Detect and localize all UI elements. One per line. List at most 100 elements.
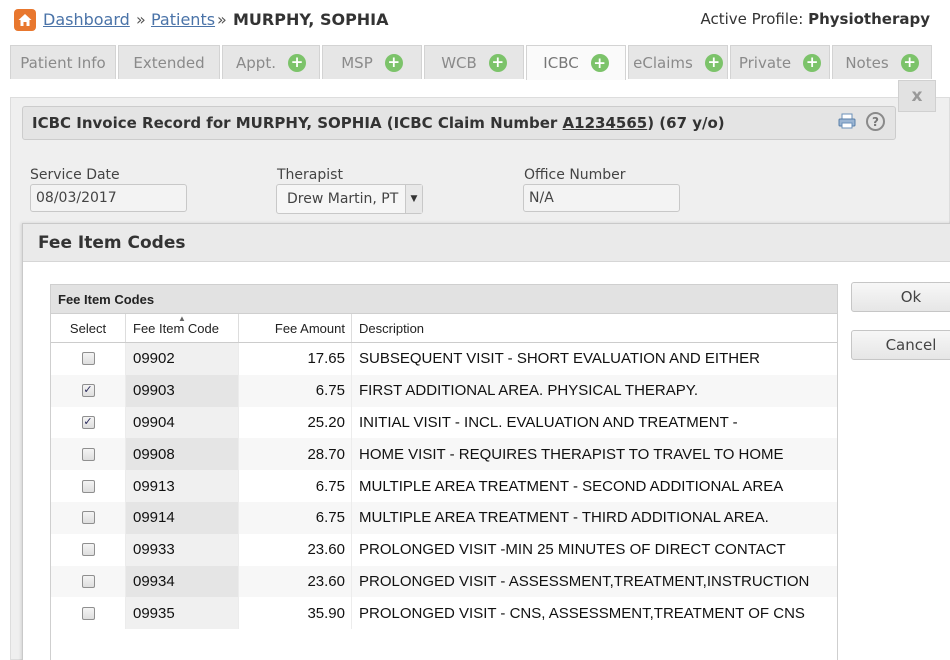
breadcrumb-patients-link[interactable]: Patients <box>151 10 215 29</box>
tab-label: MSP <box>341 53 373 72</box>
fee-description: SUBSEQUENT VISIT - SHORT EVALUATION AND … <box>359 350 760 368</box>
tab-label: ICBC <box>543 54 579 72</box>
ok-button[interactable]: Ok <box>851 282 950 312</box>
column-header-label: Fee Amount <box>274 320 345 336</box>
tab-extended[interactable]: Extended <box>118 45 220 79</box>
chevron-down-icon[interactable]: ▼ <box>405 185 422 213</box>
record-title-prefix: ICBC Invoice Record for MURPHY, SOPHIA (… <box>32 114 563 132</box>
dialog-title: Fee Item Codes <box>23 224 950 262</box>
fee-description: FIRST ADDITIONAL AREA. PHYSICAL THERAPY. <box>359 382 698 400</box>
row-select-checkbox[interactable] <box>81 479 95 493</box>
home-icon[interactable] <box>14 9 36 31</box>
table-row[interactable]: ✓ 09903 6.75 FIRST ADDITIONAL AREA. PHYSICA… <box>51 374 837 407</box>
help-icon[interactable]: ? <box>866 112 885 131</box>
active-profile: Active Profile: Physiotherapy <box>700 10 930 28</box>
row-select-checkbox[interactable] <box>81 574 95 588</box>
table-row[interactable]: 09902 17.65 SUBSEQUENT VISIT - SHORT EVALU… <box>51 343 837 375</box>
add-appt-icon[interactable]: + <box>287 53 306 72</box>
print-icon[interactable] <box>838 113 856 129</box>
add-notes-icon[interactable]: + <box>900 53 919 72</box>
fee-amount: 6.75 <box>239 501 352 534</box>
tab-icbc[interactable]: ICBC + <box>526 45 626 80</box>
breadcrumb-separator: » <box>217 10 227 29</box>
tab-private[interactable]: Private + <box>730 45 830 79</box>
row-select-checkbox[interactable]: ✓ <box>81 384 95 398</box>
add-msp-icon[interactable]: + <box>384 53 403 72</box>
fee-description: PROLONGED VISIT - ASSESSMENT,TREATMENT,I… <box>359 572 810 590</box>
add-eclaims-icon[interactable]: + <box>704 53 723 72</box>
tab-appt[interactable]: Appt. + <box>222 45 320 79</box>
column-header-label: Fee Item Code <box>133 320 219 336</box>
fee-item-code: 09904 <box>126 406 239 439</box>
tab-label: Extended <box>133 53 205 72</box>
fee-amount: 6.75 <box>239 374 352 407</box>
service-date-label: Service Date <box>30 167 120 183</box>
breadcrumb-dashboard-link[interactable]: Dashboard <box>43 10 130 29</box>
service-date-field[interactable]: 08/03/2017 <box>30 184 187 212</box>
column-header-fee-amount[interactable]: Fee Amount <box>239 314 352 342</box>
fee-item-code: 09902 <box>126 343 239 375</box>
invoice-record-title: ICBC Invoice Record for MURPHY, SOPHIA (… <box>22 106 896 140</box>
breadcrumb-patient-name: MURPHY, SOPHIA <box>233 10 389 29</box>
table-row[interactable]: ✓ 09904 25.20 INITIAL VISIT - INCL. EVALUAT… <box>51 406 837 439</box>
fee-amount: 25.20 <box>239 406 352 439</box>
grid-caption: Fee Item Codes <box>51 285 837 314</box>
close-icon[interactable]: x <box>898 80 936 112</box>
tab-eclaims[interactable]: eClaims + <box>628 45 728 79</box>
fee-description: PROLONGED VISIT -MIN 25 MINUTES OF DIREC… <box>359 541 786 559</box>
row-select-checkbox[interactable] <box>81 606 95 620</box>
active-profile-label: Active Profile: <box>700 10 804 28</box>
tab-label: Notes <box>845 53 889 72</box>
row-select-checkbox[interactable] <box>81 352 95 366</box>
column-header-fee-item-code[interactable]: ▲ Fee Item Code <box>126 314 239 342</box>
fee-item-code: 09903 <box>126 374 239 407</box>
fee-amount: 17.65 <box>239 343 352 375</box>
therapist-select[interactable]: Drew Martin, PT ▼ <box>276 184 423 214</box>
tab-label: WCB <box>441 53 477 72</box>
fee-amount: 35.90 <box>239 597 352 630</box>
add-private-icon[interactable]: + <box>803 53 822 72</box>
row-select-checkbox[interactable] <box>81 543 95 557</box>
active-profile-value: Physiotherapy <box>808 10 930 28</box>
column-header-label: Description <box>359 320 425 336</box>
tab-patient-info[interactable]: Patient Info <box>10 45 116 79</box>
tab-notes[interactable]: Notes + <box>832 45 932 79</box>
therapist-value: Drew Martin, PT <box>287 191 399 207</box>
grid-body: 09902 17.65 SUBSEQUENT VISIT - SHORT EVALU… <box>51 343 837 630</box>
fee-description: HOME VISIT - REQUIRES THERAPIST TO TRAVE… <box>359 445 784 463</box>
fee-amount: 28.70 <box>239 438 352 471</box>
tab-label: Private <box>738 53 792 72</box>
table-row[interactable]: 09934 23.60 PROLONGED VISIT - ASSESSMENT,T… <box>51 565 837 598</box>
column-header-select[interactable]: Select <box>51 314 126 342</box>
table-row[interactable]: 09935 35.90 PROLONGED VISIT - CNS, ASSESSM… <box>51 597 837 630</box>
row-select-checkbox[interactable] <box>81 511 95 525</box>
office-number-field[interactable]: N/A <box>523 184 680 212</box>
therapist-label: Therapist <box>277 167 343 183</box>
fee-item-code: 09908 <box>126 438 239 471</box>
fee-item-codes-grid: Fee Item Codes Select ▲ Fee Item Code Fee… <box>50 284 838 660</box>
table-row[interactable]: 09913 6.75 MULTIPLE AREA TREATMENT - SECON… <box>51 470 837 502</box>
row-select-checkbox[interactable] <box>81 447 95 461</box>
fee-description: MULTIPLE AREA TREATMENT - SECOND ADDITIO… <box>359 477 784 495</box>
tab-wcb[interactable]: WCB + <box>424 45 524 79</box>
fee-description: MULTIPLE AREA TREATMENT - THIRD ADDITION… <box>359 509 769 527</box>
claim-number-link[interactable]: A1234565 <box>563 114 648 132</box>
table-row[interactable]: 09908 28.70 HOME VISIT - REQUIRES THERAPIS… <box>51 438 837 471</box>
fee-item-code: 09933 <box>126 533 239 566</box>
fee-amount: 6.75 <box>239 470 352 502</box>
tab-label: Appt. <box>236 53 276 72</box>
table-row[interactable]: 09933 23.60 PROLONGED VISIT -MIN 25 MINUTE… <box>51 533 837 566</box>
tab-msp[interactable]: MSP + <box>322 45 422 79</box>
fee-description: INITIAL VISIT - INCL. EVALUATION AND TRE… <box>359 413 738 431</box>
row-select-checkbox[interactable]: ✓ <box>81 415 95 429</box>
fee-item-code: 09913 <box>126 470 239 502</box>
column-header-description[interactable]: Description <box>352 314 837 342</box>
add-icbc-icon[interactable]: + <box>590 54 609 72</box>
office-number-label: Office Number <box>524 167 626 183</box>
cancel-button[interactable]: Cancel <box>851 330 950 360</box>
tab-label: Patient Info <box>20 53 106 72</box>
add-wcb-icon[interactable]: + <box>488 53 507 72</box>
fee-amount: 23.60 <box>239 565 352 598</box>
fee-item-codes-dialog: Fee Item Codes Fee Item Codes Select ▲ Fe… <box>22 223 950 660</box>
table-row[interactable]: 09914 6.75 MULTIPLE AREA TREATMENT - THIRD… <box>51 501 837 534</box>
